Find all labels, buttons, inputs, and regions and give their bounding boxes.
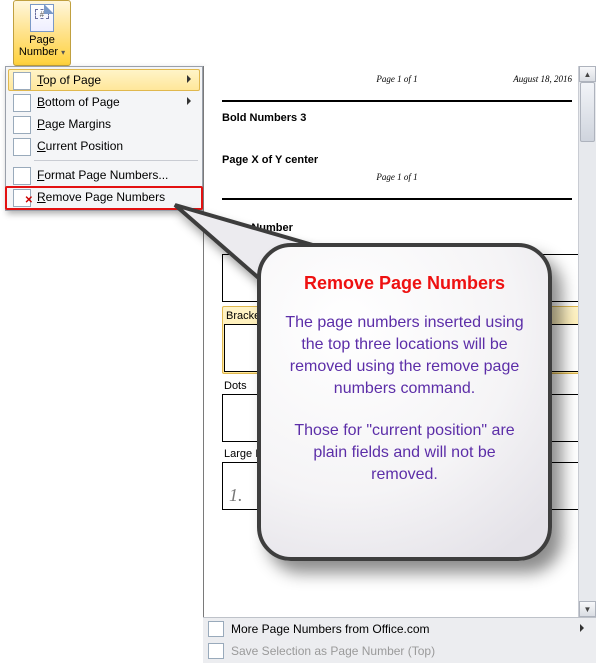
menu-item-remove-page-numbers[interactable]: Remove Page Numbers	[8, 186, 200, 208]
scroll-up-button[interactable]: ▲	[579, 66, 596, 82]
gallery-section-plain: Plain Number	[204, 206, 590, 236]
menu-item-label: Page Margins	[37, 117, 111, 131]
gallery-section-bold-3: Bold Numbers 3	[204, 108, 590, 126]
ribbon-label-line2: Number	[19, 46, 58, 58]
menu-item-top-of-page[interactable]: Top of Page	[8, 69, 200, 91]
header-right-text: August 18, 2016	[513, 74, 572, 84]
callout-paragraph-1: The page numbers inserted using the top …	[281, 312, 528, 400]
footer-more-label: More Page Numbers from Office.com	[231, 622, 430, 636]
submenu-arrow-icon	[187, 75, 195, 83]
sample-center-text: Page 1 of 1	[376, 172, 417, 182]
menu-item-icon	[13, 94, 31, 112]
submenu-arrow-icon	[187, 97, 195, 105]
annotation-callout: Remove Page Numbers The page numbers ins…	[257, 243, 552, 561]
menu-item-icon	[13, 116, 31, 134]
page-number-icon: #	[30, 4, 54, 32]
menu-item-label: Format Page Numbers...	[37, 168, 168, 182]
header-sample-top: Page 1 of 1 August 18, 2016	[222, 74, 572, 102]
callout-paragraph-2: Those for "current position" are plain f…	[281, 420, 528, 486]
scroll-thumb[interactable]	[580, 82, 595, 142]
header-center-text: Page 1 of 1	[376, 74, 417, 84]
office-icon	[208, 621, 224, 637]
gallery-scrollbar[interactable]: ▲ ▼	[578, 66, 596, 617]
scroll-down-button[interactable]: ▼	[579, 601, 596, 617]
menu-item-icon	[13, 72, 31, 90]
menu-item-icon	[13, 167, 31, 185]
ribbon-label-line1: Page	[29, 34, 55, 46]
menu-item-page-margins[interactable]: Page Margins	[8, 113, 200, 135]
menu-item-label: Current Position	[37, 139, 123, 153]
dropdown-caret-icon: ▾	[61, 48, 65, 57]
more-page-numbers-item[interactable]: More Page Numbers from Office.com	[203, 618, 596, 640]
menu-item-label: Remove Page Numbers	[37, 190, 165, 204]
menu-item-format-page-numbers[interactable]: Format Page Numbers...	[8, 164, 200, 186]
menu-item-bottom-of-page[interactable]: Bottom of Page	[8, 91, 200, 113]
save-icon	[208, 643, 224, 659]
menu-item-current-position[interactable]: Current Position	[8, 135, 200, 157]
menu-item-icon	[13, 138, 31, 156]
submenu-arrow-icon	[580, 624, 588, 632]
gallery-section-xofy: Page X of Y center	[204, 126, 590, 168]
page-number-menu: Top of Page Bottom of Page Page Margins Cur…	[5, 66, 203, 211]
footer-save-label: Save Selection as Page Number (Top)	[231, 644, 435, 658]
menu-item-label: Top of Page	[37, 73, 101, 87]
menu-item-icon	[13, 189, 31, 207]
page-number-ribbon-button[interactable]: # Page Number ▾	[13, 0, 71, 66]
gallery-footer: More Page Numbers from Office.com Save S…	[203, 617, 596, 663]
save-selection-item: Save Selection as Page Number (Top)	[203, 640, 596, 662]
callout-title: Remove Page Numbers	[281, 273, 528, 294]
header-sample-xofy: Page 1 of 1	[222, 172, 572, 200]
menu-item-label: Bottom of Page	[37, 95, 120, 109]
menu-separator	[34, 160, 198, 161]
